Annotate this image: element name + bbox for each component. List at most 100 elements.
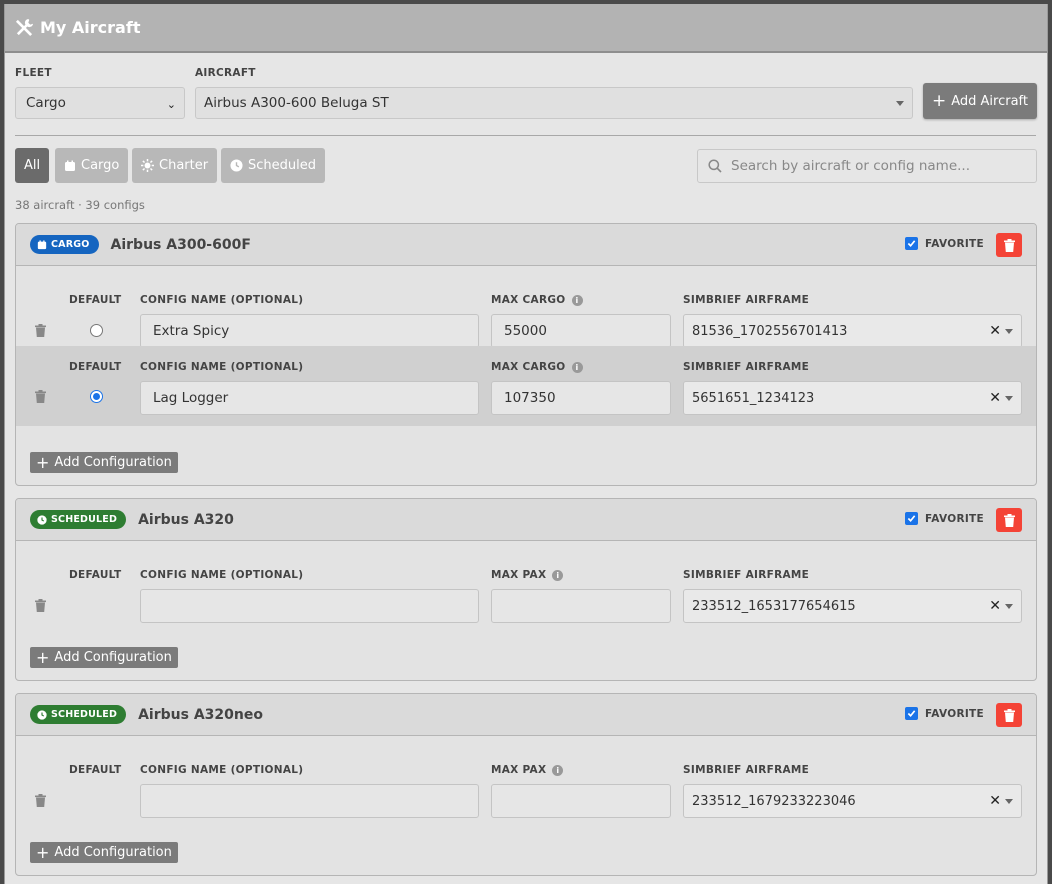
config-name-value: Extra Spicy bbox=[153, 323, 230, 339]
capacity-value: 107350 bbox=[504, 390, 556, 406]
simbrief-airframe-select[interactable]: 233512_1653177654615 ✕ bbox=[683, 589, 1022, 623]
add-configuration-label: Add Configuration bbox=[54, 455, 172, 470]
aircraft-label: AIRCRAFT bbox=[195, 67, 256, 79]
checkbox-checked-icon[interactable] bbox=[905, 512, 919, 525]
add-configuration-button[interactable]: + Add Configuration bbox=[30, 842, 178, 863]
aircraft-card: CARGO Airbus A300-600F FAVORITE DEFAULT … bbox=[15, 223, 1037, 486]
caret-down-icon bbox=[1005, 329, 1013, 334]
aircraft-name: Airbus A300-600F bbox=[110, 236, 251, 253]
info-icon[interactable]: i bbox=[552, 764, 564, 776]
config-name-input[interactable]: Lag Logger bbox=[140, 381, 479, 415]
simbrief-label: SIMBRIEF AIRFRAME bbox=[683, 764, 810, 776]
calendar-icon bbox=[37, 239, 47, 249]
tools-icon bbox=[15, 18, 34, 37]
capacity-input[interactable]: 107350 bbox=[491, 381, 671, 415]
fleet-select[interactable]: Cargo ⌄ bbox=[15, 87, 185, 119]
trash-icon[interactable] bbox=[35, 599, 46, 612]
default-label: DEFAULT bbox=[69, 569, 122, 581]
badge-label: SCHEDULED bbox=[51, 709, 118, 720]
config-name-input[interactable] bbox=[140, 589, 479, 623]
capacity-label: MAX CARGO i bbox=[491, 294, 583, 306]
badge-label: SCHEDULED bbox=[51, 514, 118, 525]
window-title: My Aircraft bbox=[40, 18, 141, 37]
cargo-badge: CARGO bbox=[30, 235, 99, 254]
trash-icon[interactable] bbox=[35, 794, 46, 807]
search-input[interactable]: Search by aircraft or config name... bbox=[697, 149, 1037, 183]
caret-down-icon bbox=[1005, 799, 1013, 804]
favorite-label: FAVORITE bbox=[925, 707, 984, 720]
aircraft-card-header: SCHEDULED Airbus A320neo FAVORITE bbox=[16, 694, 1036, 736]
favorite-toggle[interactable]: FAVORITE bbox=[905, 512, 984, 525]
default-label: DEFAULT bbox=[69, 294, 122, 306]
favorite-toggle[interactable]: FAVORITE bbox=[905, 237, 984, 250]
filter-charter[interactable]: Charter bbox=[132, 148, 218, 183]
capacity-value: 55000 bbox=[504, 323, 547, 339]
simbrief-airframe-select[interactable]: 81536_1702556701413 ✕ bbox=[683, 314, 1022, 348]
divider bbox=[15, 135, 1036, 136]
simbrief-airframe-select[interactable]: 233512_1679233223046 ✕ bbox=[683, 784, 1022, 818]
info-icon[interactable]: i bbox=[571, 361, 583, 373]
badge-label: CARGO bbox=[51, 239, 90, 250]
clock-icon bbox=[230, 159, 243, 172]
simbrief-label: SIMBRIEF AIRFRAME bbox=[683, 294, 810, 306]
capacity-label-text: MAX PAX bbox=[491, 569, 547, 581]
filter-all[interactable]: All bbox=[15, 148, 50, 183]
capacity-label-text: MAX CARGO bbox=[491, 361, 566, 373]
delete-aircraft-button[interactable] bbox=[996, 508, 1022, 532]
add-aircraft-button[interactable]: + Add Aircraft bbox=[923, 83, 1037, 119]
favorite-toggle[interactable]: FAVORITE bbox=[905, 707, 984, 720]
aircraft-card: SCHEDULED Airbus A320neo FAVORITE DEFAUL… bbox=[15, 693, 1037, 876]
checkbox-checked-icon[interactable] bbox=[905, 237, 919, 250]
default-radio-selected[interactable] bbox=[90, 390, 103, 403]
simbrief-label: SIMBRIEF AIRFRAME bbox=[683, 361, 810, 373]
fleet-select-value: Cargo bbox=[26, 95, 66, 111]
summary-count: 38 aircraft · 39 configs bbox=[15, 198, 145, 212]
trash-icon[interactable] bbox=[35, 390, 46, 403]
info-icon[interactable]: i bbox=[552, 569, 564, 581]
aircraft-select-value: Airbus A300-600 Beluga ST bbox=[204, 95, 389, 111]
delete-aircraft-button[interactable] bbox=[996, 703, 1022, 727]
add-aircraft-label: Add Aircraft bbox=[951, 93, 1029, 109]
add-configuration-button[interactable]: + Add Configuration bbox=[30, 452, 178, 473]
config-name-label: CONFIG NAME (OPTIONAL) bbox=[140, 569, 304, 581]
filter-cargo-label: Cargo bbox=[81, 158, 120, 173]
plus-icon: + bbox=[931, 90, 947, 111]
scheduled-badge: SCHEDULED bbox=[30, 705, 127, 724]
capacity-label: MAX CARGO i bbox=[491, 361, 583, 373]
filter-charter-label: Charter bbox=[159, 158, 209, 173]
add-configuration-label: Add Configuration bbox=[54, 845, 172, 860]
config-name-label: CONFIG NAME (OPTIONAL) bbox=[140, 294, 304, 306]
filter-all-label: All bbox=[24, 158, 41, 173]
clear-icon[interactable]: ✕ bbox=[989, 598, 1001, 614]
add-configuration-button[interactable]: + Add Configuration bbox=[30, 647, 178, 668]
capacity-label: MAX PAX i bbox=[491, 764, 564, 776]
capacity-label: MAX PAX i bbox=[491, 569, 564, 581]
config-row: DEFAULT CONFIG NAME (OPTIONAL) MAX PAX i … bbox=[16, 736, 1036, 818]
config-name-input[interactable] bbox=[140, 784, 479, 818]
aircraft-select[interactable]: Airbus A300-600 Beluga ST bbox=[195, 87, 913, 119]
capacity-label-text: MAX CARGO bbox=[491, 294, 566, 306]
capacity-input[interactable] bbox=[491, 589, 671, 623]
clear-icon[interactable]: ✕ bbox=[989, 390, 1001, 406]
capacity-input[interactable] bbox=[491, 784, 671, 818]
aircraft-name: Airbus A320 bbox=[138, 511, 234, 528]
simbrief-airframe-select[interactable]: 5651651_1234123 ✕ bbox=[683, 381, 1022, 415]
default-radio[interactable] bbox=[90, 324, 103, 337]
capacity-input[interactable]: 55000 bbox=[491, 314, 671, 348]
clear-icon[interactable]: ✕ bbox=[989, 793, 1001, 809]
clear-icon[interactable]: ✕ bbox=[989, 323, 1001, 339]
filter-cargo[interactable]: Cargo bbox=[55, 148, 129, 183]
caret-down-icon bbox=[1005, 604, 1013, 609]
delete-aircraft-button[interactable] bbox=[996, 233, 1022, 257]
checkbox-checked-icon[interactable] bbox=[905, 707, 919, 720]
trash-icon[interactable] bbox=[35, 324, 46, 337]
aircraft-card-header: SCHEDULED Airbus A320 FAVORITE bbox=[16, 499, 1036, 541]
capacity-label-text: MAX PAX bbox=[491, 764, 547, 776]
filter-scheduled[interactable]: Scheduled bbox=[221, 148, 325, 183]
chevron-down-icon: ⌄ bbox=[166, 98, 176, 111]
search-icon bbox=[708, 159, 722, 173]
config-name-input[interactable]: Extra Spicy bbox=[140, 314, 479, 348]
info-icon[interactable]: i bbox=[571, 294, 583, 306]
scheduled-badge: SCHEDULED bbox=[30, 510, 127, 529]
default-label: DEFAULT bbox=[69, 764, 122, 776]
